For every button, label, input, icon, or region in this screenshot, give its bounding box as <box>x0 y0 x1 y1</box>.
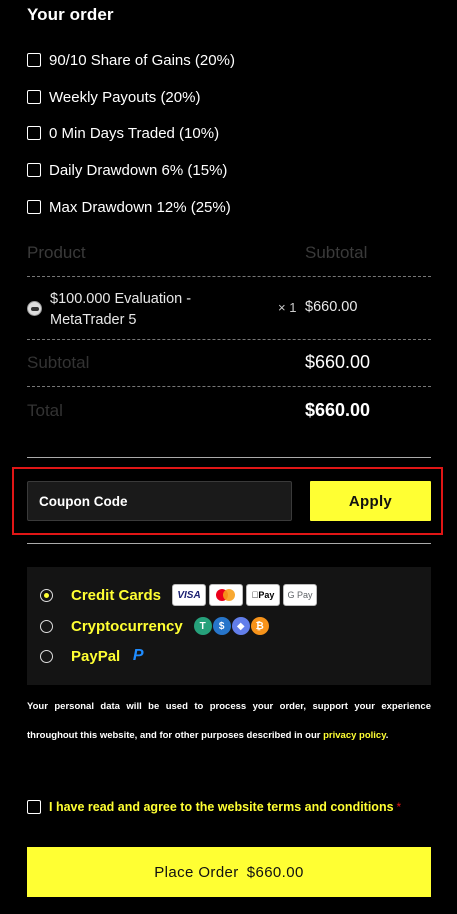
addon-checkbox[interactable] <box>27 53 41 67</box>
apply-coupon-button[interactable]: Apply <box>310 481 431 521</box>
usdc-icon: $ <box>212 617 231 635</box>
subtotal-value: $660.00 <box>305 352 371 372</box>
addon-label: Weekly Payouts (20%) <box>49 88 201 106</box>
place-order-amount: $660.00 <box>246 863 304 881</box>
bitcoin-icon: ₿ <box>250 617 269 635</box>
mastercard-icon <box>209 584 244 606</box>
payment-label: PayPal <box>71 647 121 665</box>
radio-cryptocurrency[interactable] <box>40 619 53 633</box>
addon-checkbox[interactable] <box>27 163 41 177</box>
column-header-product: Product <box>27 243 86 262</box>
table-divider <box>27 339 431 340</box>
payment-method-cryptocurrency[interactable]: Cryptocurrency T $ ◆ ₿ <box>40 616 270 636</box>
addon-checkbox[interactable] <box>27 90 41 104</box>
table-divider <box>27 386 431 387</box>
product-price: $660.00 <box>305 299 358 315</box>
addon-min-days-traded[interactable]: 0 Min Days Traded (10%) <box>27 123 219 143</box>
payment-label: Cryptocurrency <box>71 617 183 635</box>
place-order-label: Place Order <box>154 863 239 881</box>
addon-share-of-gains[interactable]: 90/10 Share of Gains (20%) <box>27 50 235 70</box>
product-thumbnail-icon <box>27 301 42 316</box>
product-quantity: × 1 <box>278 300 297 315</box>
google-pay-icon: G Pay <box>283 584 318 606</box>
radio-credit-cards[interactable] <box>40 588 53 602</box>
radio-paypal[interactable] <box>40 649 53 663</box>
privacy-end: . <box>385 730 389 741</box>
addon-checkbox[interactable] <box>27 200 41 214</box>
total-value: $660.00 <box>305 400 371 420</box>
tether-icon: T <box>193 617 212 635</box>
section-divider <box>27 457 431 458</box>
terms-label: I have read and agree to the website ter… <box>49 800 394 814</box>
column-header-subtotal: Subtotal <box>305 243 368 262</box>
apple-pay-icon: Pay <box>246 584 281 606</box>
ethereum-icon: ◆ <box>231 617 250 635</box>
paypal-icon: P <box>132 647 144 664</box>
required-asterisk: * <box>396 800 402 814</box>
visa-icon: VISA <box>172 584 207 606</box>
coupon-code-input[interactable] <box>27 481 292 521</box>
payment-method-credit-cards[interactable]: Credit Cards VISA Pay G Pay <box>40 584 320 606</box>
total-label: Total <box>27 401 63 420</box>
addon-label: Daily Drawdown 6% (15%) <box>49 161 228 179</box>
privacy-notice: Your personal data will be used to proce… <box>27 692 431 750</box>
section-divider <box>27 543 431 544</box>
addon-weekly-payouts[interactable]: Weekly Payouts (20%) <box>27 87 200 107</box>
privacy-policy-link[interactable]: privacy policy <box>323 730 386 741</box>
payment-method-paypal[interactable]: PayPal P <box>40 646 145 666</box>
addon-label: Max Drawdown 12% (25%) <box>49 198 231 216</box>
product-name: $100.000 Evaluation - MetaTrader 5 <box>50 291 192 328</box>
table-divider <box>27 276 431 277</box>
addon-daily-drawdown[interactable]: Daily Drawdown 6% (15%) <box>27 160 227 180</box>
terms-agreement[interactable]: I have read and agree to the website ter… <box>27 797 401 817</box>
payment-label: Credit Cards <box>71 586 162 604</box>
subtotal-label: Subtotal <box>27 353 90 372</box>
addon-label: 90/10 Share of Gains (20%) <box>49 51 235 69</box>
order-title: Your order <box>27 5 114 24</box>
apple-pay-text: Pay <box>255 590 274 600</box>
place-order-button[interactable]: Place Order $660.00 <box>27 847 431 897</box>
addon-label: 0 Min Days Traded (10%) <box>49 124 220 142</box>
addon-max-drawdown[interactable]: Max Drawdown 12% (25%) <box>27 197 231 217</box>
addon-checkbox[interactable] <box>27 126 41 140</box>
terms-checkbox[interactable] <box>27 800 41 814</box>
